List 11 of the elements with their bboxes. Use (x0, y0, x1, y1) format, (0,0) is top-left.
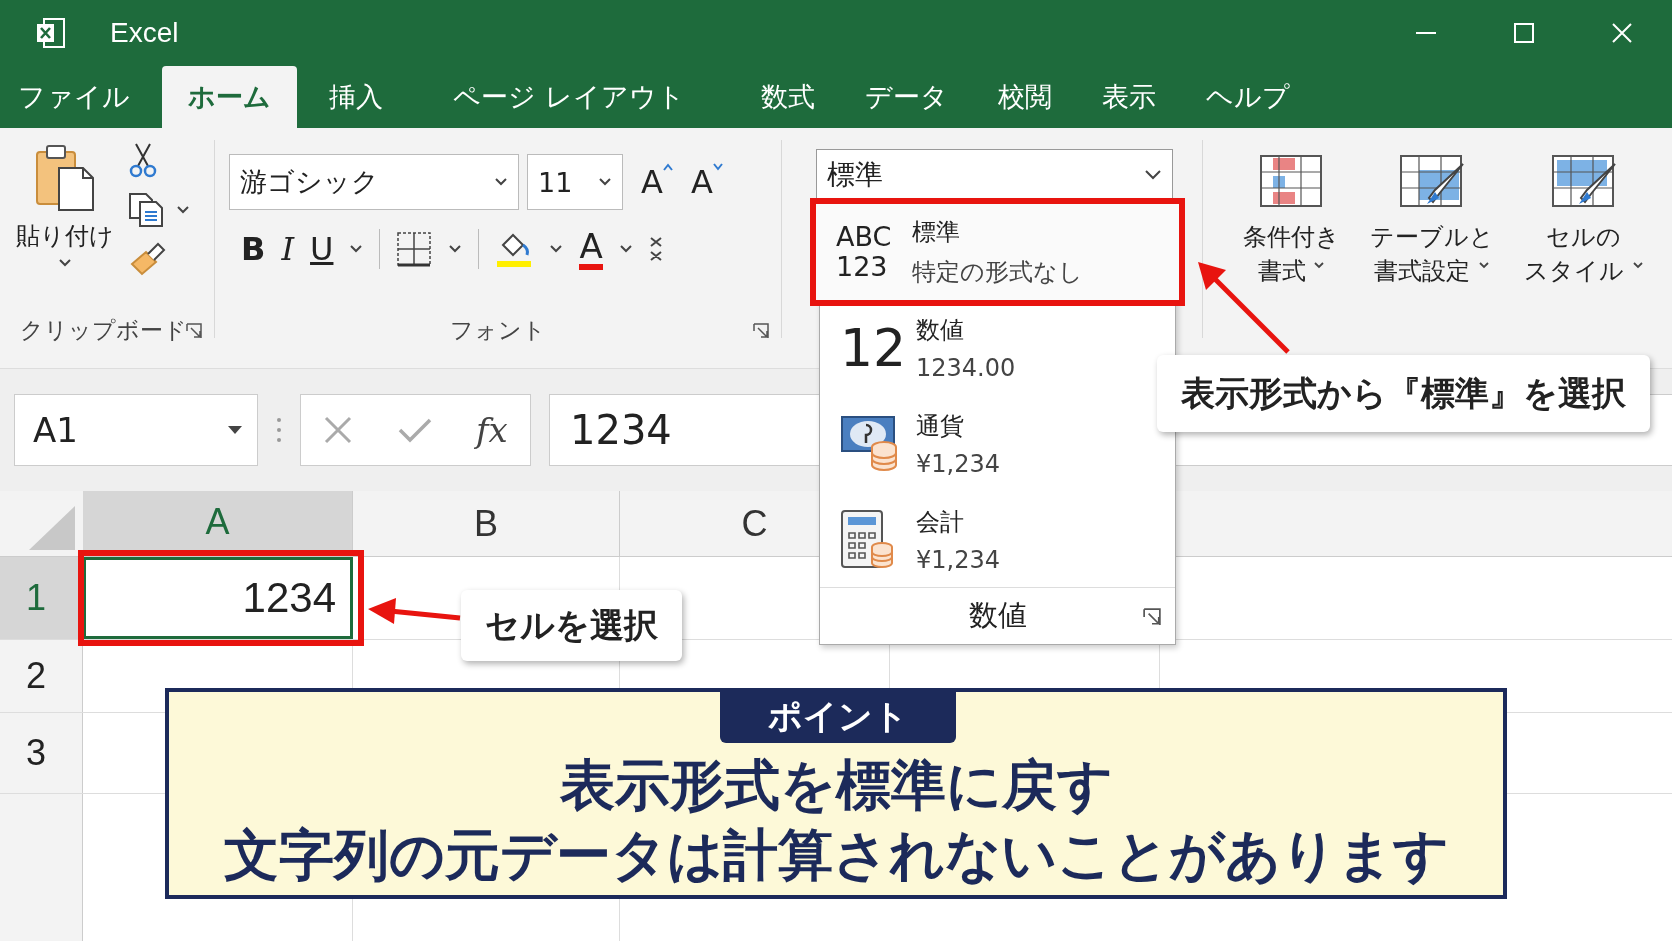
callout-label: セルを選択 (461, 590, 682, 661)
format-glyph: 12 (840, 318, 907, 378)
tip-badge: ポイント (720, 690, 956, 743)
table-cell: 1234 (242, 574, 336, 622)
tip-text: 文字列の元データは計算されないことがあります (223, 822, 1449, 889)
window-title: Excel (110, 17, 179, 49)
tip-text: 表示形式を標準に戻す (559, 752, 1113, 819)
group-label: クリップボード (20, 316, 187, 345)
format-glyph: ABC 123 (836, 222, 892, 282)
group-label: フォント (450, 316, 546, 345)
callout-label: 表示形式から『標準』を選択 (1157, 355, 1650, 432)
